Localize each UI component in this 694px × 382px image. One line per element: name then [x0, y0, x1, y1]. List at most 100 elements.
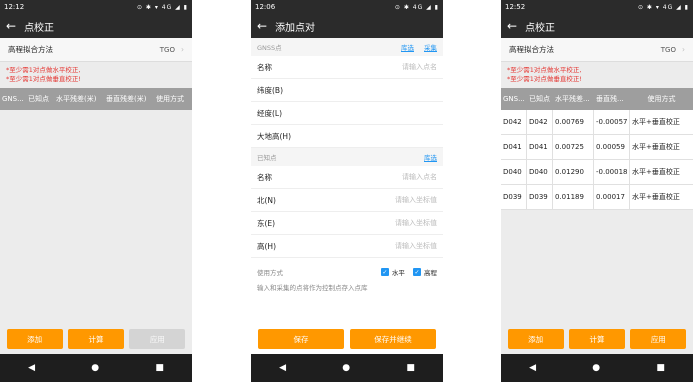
page-title: 添加点对 [275, 22, 316, 34]
table-cell: D041 [527, 135, 553, 159]
table-cell: D041 [501, 135, 527, 159]
table-cell: D042 [527, 110, 553, 134]
apply-button[interactable]: 应用 [630, 329, 687, 349]
warning-text: *至少需1对点做水平校正, *至少需1对点做垂直校正! [501, 62, 693, 88]
title-bar: ← 点校正 [501, 14, 693, 38]
vertical-checkbox[interactable]: ✓ 高程 [413, 267, 437, 277]
gnss-name-field[interactable]: 名称 请输入点名 [251, 56, 443, 79]
column-header: GNS... [2, 95, 24, 103]
known-height-field[interactable]: 高(H) 请输入坐标值 [251, 235, 443, 258]
nav-home-icon[interactable]: ● [91, 363, 99, 373]
chevron-right-icon: › [181, 45, 184, 54]
add-button[interactable]: 添加 [507, 329, 564, 349]
system-nav-bar: ◀ ● ■ [501, 354, 693, 382]
title-bar: ← 点校正 [0, 14, 192, 38]
nav-home-icon[interactable]: ● [592, 363, 600, 373]
height-fitting-method-row[interactable]: 高程拟合方法 TGO › [0, 38, 192, 62]
table-row[interactable]: D041 D041 0.00725 0.00059 水平+垂直校正 [501, 135, 693, 160]
library-select-link[interactable]: 库选 [401, 44, 414, 52]
field-label: 东(E) [257, 218, 276, 228]
save-and-continue-button[interactable]: 保存并继续 [350, 329, 436, 349]
nav-recent-icon[interactable]: ■ [656, 363, 665, 373]
save-button[interactable]: 保存 [258, 329, 344, 349]
gnss-latitude-field[interactable]: 纬度(B) [251, 79, 443, 102]
table-cell: D040 [527, 160, 553, 184]
table-header: GNS... 已知点 水平残差... 垂直残... 使用方式 [501, 88, 693, 110]
height-fitting-method-row[interactable]: 高程拟合方法 TGO › [501, 38, 693, 62]
library-select-link[interactable]: 库选 [424, 154, 437, 162]
nav-back-icon[interactable]: ◀ [28, 363, 35, 373]
method-label: 高程拟合方法 [8, 45, 53, 54]
usage-label: 使用方式 [257, 269, 283, 277]
status-icons: ⊙ ✱ 4G ◢ ▮ [394, 3, 439, 11]
nav-home-icon[interactable]: ● [342, 363, 350, 373]
action-bar: 添加 计算 应用 [0, 324, 192, 354]
action-bar: 添加 计算 应用 [501, 324, 693, 354]
method-label: 高程拟合方法 [509, 45, 554, 54]
apply-button[interactable]: 应用 [129, 329, 186, 349]
status-icons: ⊙ ✱ ▾ 4G ◢ ▮ [638, 3, 689, 11]
calculate-button[interactable]: 计算 [568, 329, 625, 349]
table-cell: 0.00725 [553, 135, 594, 159]
field-label: 名称 [257, 172, 272, 182]
calculate-button[interactable]: 计算 [67, 329, 124, 349]
system-nav-bar: ◀ ● ■ [251, 354, 443, 382]
table-cell: 水平+垂直校正 [632, 168, 680, 176]
status-bar: 12:52 ⊙ ✱ ▾ 4G ◢ ▮ [501, 0, 693, 14]
table-cell: 水平+垂直校正 [632, 118, 680, 126]
section-title: 已知点 [257, 154, 277, 162]
phone-screen-point-calibration-empty: 12:12 ⊙ ✱ ▾ 4G ◢ ▮ ← 点校正 高程拟合方法 TGO › *至少… [0, 0, 192, 382]
table-cell: -0.00057 [594, 110, 630, 134]
checkmark-icon: ✓ [413, 268, 421, 276]
back-arrow-icon[interactable]: ← [507, 20, 517, 32]
checkbox-label: 高程 [424, 269, 437, 277]
known-east-field[interactable]: 东(E) 请输入坐标值 [251, 212, 443, 235]
warning-line: *至少需1对点做水平校正, [507, 66, 582, 74]
add-button[interactable]: 添加 [6, 329, 63, 349]
back-arrow-icon[interactable]: ← [257, 20, 267, 32]
column-header: 使用方式 [647, 95, 676, 103]
back-arrow-icon[interactable]: ← [6, 20, 16, 32]
table-cell: 0.00769 [553, 110, 594, 134]
table-cell: 水平+垂直校正 [632, 143, 680, 151]
section-title: GNSS点 [257, 44, 282, 52]
field-placeholder: 请输入坐标值 [395, 219, 437, 227]
gnss-section-header: GNSS点 库选 采集 [251, 38, 443, 56]
field-label: 大地高(H) [257, 131, 291, 141]
table-cell: 0.00059 [594, 135, 630, 159]
table-cell: -0.00018 [594, 160, 630, 184]
known-north-field[interactable]: 北(N) 请输入坐标值 [251, 189, 443, 212]
nav-recent-icon[interactable]: ■ [406, 363, 415, 373]
table-row[interactable]: D040 D040 0.01290 -0.00018 水平+垂直校正 [501, 160, 693, 185]
field-placeholder: 请输入坐标值 [395, 242, 437, 250]
table-cell: D040 [501, 160, 527, 184]
field-label: 经度(L) [257, 108, 283, 118]
status-icons: ⊙ ✱ ▾ 4G ◢ ▮ [137, 3, 188, 11]
nav-back-icon[interactable]: ◀ [279, 363, 286, 373]
table-cell: 0.00017 [594, 185, 630, 209]
table-row[interactable]: D042 D042 0.00769 -0.00057 水平+垂直校正 [501, 110, 693, 135]
title-bar: ← 添加点对 [251, 14, 443, 38]
collect-link[interactable]: 采集 [424, 44, 437, 52]
method-value: TGO [660, 46, 676, 54]
chevron-right-icon: › [682, 45, 685, 54]
known-name-field[interactable]: 名称 请输入点名 [251, 166, 443, 189]
info-note: 输入和采集的点将作为控制点存入点库 [257, 284, 368, 292]
table-row[interactable]: D039 D039 0.01189 0.00017 水平+垂直校正 [501, 185, 693, 210]
column-header: 已知点 [529, 95, 550, 103]
warning-line: *至少需1对点做垂直校正! [507, 75, 582, 83]
status-time: 12:06 [255, 3, 276, 11]
column-header: 垂直残... [596, 95, 624, 103]
nav-recent-icon[interactable]: ■ [155, 363, 164, 373]
gnss-longitude-field[interactable]: 经度(L) [251, 102, 443, 125]
status-bar: 12:06 ⊙ ✱ 4G ◢ ▮ [251, 0, 443, 14]
status-time: 12:52 [505, 3, 526, 11]
column-header: 垂直残差(米) [106, 95, 147, 103]
method-value: TGO [159, 46, 175, 54]
gnss-height-field[interactable]: 大地高(H) [251, 125, 443, 148]
horizontal-checkbox[interactable]: ✓ 水平 [380, 267, 405, 277]
warning-text: *至少需1对点做水平校正, *至少需1对点做垂直校正! [0, 62, 192, 88]
usage-mode-row: 使用方式 ✓ 水平 ✓ 高程 [251, 264, 443, 280]
nav-back-icon[interactable]: ◀ [529, 363, 536, 373]
column-header: 使用方式 [156, 95, 184, 103]
